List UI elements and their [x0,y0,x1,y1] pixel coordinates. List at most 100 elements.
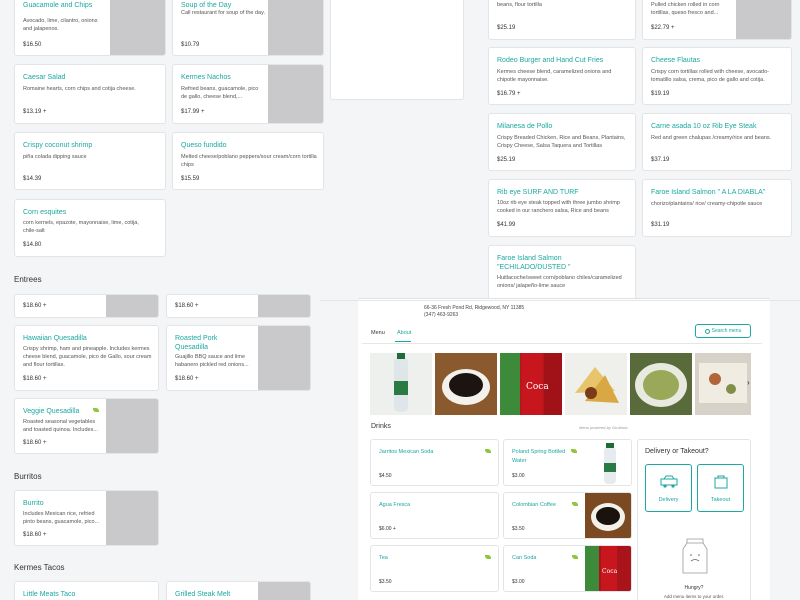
grubhub-credit: Menu powered by Grubhub [579,425,628,430]
empty-panel [330,0,464,100]
item-title: Burrito [23,500,44,507]
vegetarian-icon [572,502,578,506]
item-image [736,0,791,39]
menu-item-card[interactable]: Caesar Salad Romaine hearts, corn chips … [14,64,166,124]
search-menu-button[interactable]: Search menu [695,324,751,338]
item-title: Corn esquites [23,209,67,216]
item-price: $25.19 [497,157,516,163]
item-price: $37.19 [651,157,670,163]
item-price: $18.60 + [23,376,47,382]
menu-item-card[interactable]: Soup of the Day Call restaurant for soup… [172,0,324,56]
carousel-photo-water[interactable] [370,353,432,415]
menu-item-card[interactable]: Faroe Island Salmon "ECHILADO/DUSTED " H… [488,245,636,305]
item-price: $3.50 [512,526,525,532]
item-price: $22.79 + [651,25,675,31]
menu-item-card[interactable]: Milanesa de Pollo Crispy Breaded Chicken… [488,113,636,171]
item-image [268,0,323,55]
svg-text:Coca: Coca [602,568,618,575]
item-price: $18.60 + [23,440,47,446]
carousel-photo-soup[interactable] [630,353,692,415]
carousel-photo-coffee[interactable] [435,353,497,415]
menu-item-card[interactable]: Little Meats Taco [14,581,159,600]
restaurant-address: 66-36 Fresh Pond Rd, Ridgewood, NY 11385 [424,305,525,311]
tab-menu[interactable]: Menu [371,330,385,336]
item-title: Carne asada 10 oz Rib Eye Steak [651,123,757,130]
svg-text:Coca: Coca [526,382,549,392]
item-price: $16.79 + [497,91,521,97]
drink-card[interactable]: Colombian Coffee $3.50 [503,492,632,539]
menu-item-card[interactable]: Carne asada 10 oz Rib Eye Steak Red and … [642,113,792,171]
drink-card[interactable]: Poland Spring Bottled Water $3.00 [503,439,632,486]
menu-item-card[interactable]: Guacamole and Chips Avocado, lime, cilan… [14,0,166,56]
menu-item-card[interactable]: Rodeo Burger and Hand Cut Fries Kermes c… [488,47,636,105]
drink-card[interactable]: Jarritos Mexican Soda $4.50 [370,439,499,486]
menu-item-card[interactable]: Grilled Steak Melt [166,581,311,600]
carousel-photo-dish[interactable] [695,353,751,415]
item-image [106,491,158,545]
menu-item-card[interactable]: Hawaiian Quesadilla Crispy shrimp, ham a… [14,325,159,391]
item-price: $17.99 + [181,109,205,115]
drink-card[interactable]: Agua Fresca $6.00 + [370,492,499,539]
carousel-photo-nachos[interactable] [565,353,627,415]
tab-about[interactable]: About [397,330,411,336]
menu-item-card[interactable]: Cheese Flautas Crispy corn tortillas rol… [642,47,792,105]
order-panel: Delivery or Takeout? Delivery Takeout Hu… [637,439,751,600]
vegetarian-icon [485,555,491,559]
item-title: Rodeo Burger and Hand Cut Fries [497,57,604,64]
item-title: Grilled Steak Melt [175,591,231,598]
tab-active-underline [395,341,411,342]
item-image [258,582,310,600]
item-title: Guacamole and Chips [23,2,93,9]
item-description: Kermes cheese blend, caramelized onions … [497,69,612,83]
delivery-label: Delivery [658,497,679,503]
menu-item-card[interactable]: beans, flour tortilla $25.19 [488,0,636,40]
restaurant-phone: (347) 463-9263 [424,312,459,318]
item-description: chorizo/plantains/ rice/ creamy-chipotle… [651,201,763,207]
menu-item-card[interactable]: $18.60 + [166,294,311,318]
vegetarian-icon [572,555,578,559]
item-title: Can Soda [512,555,537,561]
item-price: $25.19 [497,25,516,31]
overlay-divider [320,300,800,301]
item-price: $18.60 + [23,532,47,538]
item-description: Roasted seasonal vegetables and toasted … [23,419,98,433]
menu-item-card[interactable]: Corn esquites corn kernels, epazote, may… [14,199,166,257]
menu-item-card[interactable]: Veggie Quesadilla Roasted seasonal veget… [14,398,159,454]
item-title: Kermes Nachos [181,74,231,81]
drink-card[interactable]: Can Soda $3.00 Coca [503,545,632,592]
delivery-truck-icon [660,475,678,488]
menu-item-card[interactable]: Kermes Nachos Refried beans, guacamole, … [172,64,324,124]
menu-item-card[interactable]: $18.60 + [14,294,159,318]
item-image [110,0,165,55]
takeout-option-button[interactable]: Takeout [697,464,744,512]
empty-bag-icon [682,538,708,574]
drink-card[interactable]: Tea $3.50 [370,545,499,592]
delivery-option-button[interactable]: Delivery [645,464,692,512]
item-price: $6.00 + [379,526,396,532]
item-description: Crispy shrimp, ham and pineapple. Includ… [23,346,152,368]
menu-item-card[interactable]: Rib eye SURF AND TURF 10oz rib eye steak… [488,179,636,237]
item-description: piña colada dipping sauce [23,154,87,160]
item-title: Rib eye SURF AND TURF [497,189,579,196]
item-title: Tea [379,555,388,561]
item-title: Roasted Pork Quesadilla [175,335,218,351]
carousel-next-arrow-icon[interactable]: › [747,378,750,387]
menu-item-card[interactable]: Crispy coconut shrimp piña colada dippin… [14,132,166,190]
menu-item-card[interactable]: Pulled chicken rolled in corn tortillas,… [642,0,792,40]
menu-item-card[interactable]: Queso fundido Melted cheese/poblano pepp… [172,132,324,190]
item-description: 10oz rib eye steak topped with three jum… [497,200,620,214]
item-price: $3.50 [379,579,392,585]
order-panel-title: Delivery or Takeout? [645,448,709,455]
vegetarian-icon [571,449,577,453]
item-title: Little Meats Taco [23,591,76,598]
item-title: Colombian Coffee [512,502,556,508]
item-description: Crispy Breaded Chicken, Rice and Beans, … [497,135,626,149]
carousel-photo-soda[interactable]: Coca [500,353,562,415]
menu-item-card[interactable]: Burrito Includes Mexican rice, refried p… [14,490,159,546]
item-image [258,295,310,317]
menu-item-card[interactable]: Roasted Pork Quesadilla Guajillo BBQ sau… [166,325,311,391]
item-price: $31.19 [651,222,670,228]
item-title: Faroe Island Salmon "ECHILADO/DUSTED " [497,255,571,271]
menu-item-card[interactable]: Faroe Island Salmon " A LA DIABLA" chori… [642,179,792,237]
item-price: $4.50 [379,473,392,479]
